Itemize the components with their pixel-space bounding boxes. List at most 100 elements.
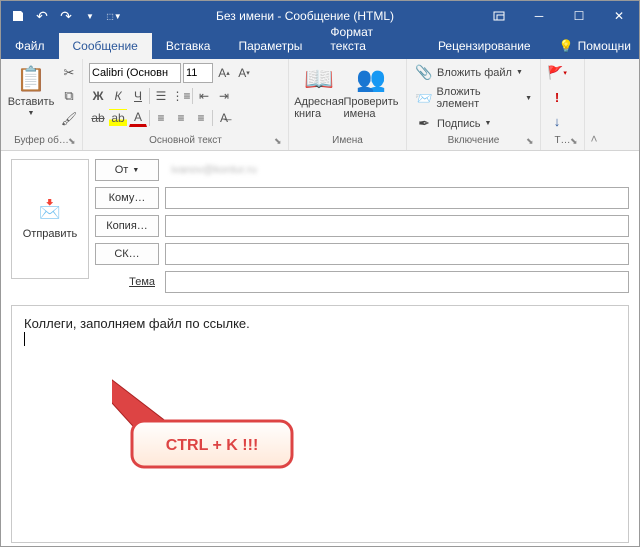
close-button[interactable]: ✕ — [599, 1, 639, 31]
quick-access-toolbar: ↶ ↷ ▼ ⬚▼ — [1, 5, 131, 27]
paperclip-icon: 📎 — [415, 64, 433, 81]
address-book-label: Адресная книга — [294, 96, 344, 120]
tab-message[interactable]: Сообщение — [59, 33, 152, 59]
undo-icon[interactable]: ↶ — [31, 5, 53, 27]
ribbon-collapse-button[interactable]: ˄ — [585, 59, 603, 150]
font-name-select[interactable] — [89, 63, 181, 83]
underline-button[interactable]: Ч — [129, 87, 147, 105]
compose-area: 📩 Отправить От ▼ ivanov@kontur.ru Кому… … — [1, 151, 639, 547]
font-group-label: Основной текст — [89, 135, 282, 148]
subject-input[interactable] — [165, 271, 629, 293]
chevron-down-icon: ▼ — [525, 95, 532, 102]
check-names-button[interactable]: 👥 Проверить имена — [347, 63, 395, 122]
group-tags: 🚩▾ ! ↓ Т… ⬊ — [541, 59, 585, 150]
paste-label: Вставить — [8, 96, 55, 108]
bold-button[interactable]: Ж — [89, 87, 107, 105]
minimize-button[interactable]: ─ — [519, 1, 559, 31]
indent-right-button[interactable]: ⇥ — [215, 87, 233, 105]
send-button[interactable]: 📩 Отправить — [11, 159, 89, 279]
group-names: 📖 Адресная книга 👥 Проверить имена Имена — [289, 59, 407, 150]
attach-item-label: Вложить элемент — [436, 86, 521, 110]
window-options-icon[interactable] — [479, 1, 519, 31]
ribbon-tabs: Файл Сообщение Вставка Параметры Формат … — [1, 31, 639, 59]
tab-format[interactable]: Формат текста — [316, 19, 424, 59]
low-importance-button[interactable]: ↓ — [547, 111, 567, 131]
cc-button[interactable]: Копия… — [95, 215, 159, 237]
cc-input[interactable] — [165, 215, 629, 237]
paste-icon: 📋 — [16, 65, 46, 94]
check-names-label: Проверить имена — [344, 96, 399, 120]
italic-button[interactable]: К — [109, 87, 127, 105]
window-title: Без имени - Сообщение (HTML) — [131, 9, 479, 23]
font-size-select[interactable] — [183, 63, 213, 83]
attach-file-label: Вложить файл — [437, 67, 512, 79]
tab-help[interactable]: 💡 Помощни — [545, 33, 639, 59]
format-painter-button[interactable]: 🖌 — [59, 109, 79, 129]
include-dialog-launcher[interactable]: ⬊ — [526, 136, 538, 148]
app-window: ↶ ↷ ▼ ⬚▼ Без имени - Сообщение (HTML) ─ … — [0, 0, 640, 547]
copy-icon: ⧉ — [64, 88, 73, 104]
tab-review[interactable]: Рецензирование — [424, 33, 545, 59]
group-include: 📎 Вложить файл ▼ 📨 Вложить элемент ▼ ✒ П… — [407, 59, 541, 150]
cut-button[interactable]: ✂ — [59, 63, 79, 83]
to-button[interactable]: Кому… — [95, 187, 159, 209]
tab-file[interactable]: Файл — [1, 33, 59, 59]
touch-mode-icon[interactable]: ⬚▼ — [103, 5, 125, 27]
send-icon: 📩 — [39, 199, 61, 220]
paste-button[interactable]: 📋 Вставить ▼ — [7, 63, 55, 119]
high-importance-button[interactable]: ! — [547, 87, 567, 107]
strike-button[interactable]: ab — [89, 109, 107, 127]
tags-dialog-launcher[interactable]: ⬊ — [570, 136, 582, 148]
signature-button[interactable]: ✒ Подпись ▼ — [413, 114, 534, 133]
help-label: Помощни — [578, 39, 631, 53]
bcc-input[interactable] — [165, 243, 629, 265]
tab-options[interactable]: Параметры — [224, 33, 316, 59]
address-book-button[interactable]: 📖 Адресная книга — [295, 63, 343, 122]
chevron-down-icon: ▼ — [516, 69, 523, 76]
from-button[interactable]: От ▼ — [95, 159, 159, 181]
highlight-button[interactable]: ab — [109, 109, 127, 127]
callout-text: CTRL + K !!! — [166, 437, 259, 454]
names-group-label: Имена — [295, 135, 400, 148]
annotation-callout: CTRL + K !!! — [112, 366, 332, 526]
group-font: A▴ A▾ Ж К Ч ☰ ⋮≡ ⇤ ⇥ ab ab A — [83, 59, 289, 150]
ribbon: 📋 Вставить ▼ ✂ ⧉ 🖌 Буфер об… ⬊ A▴ — [1, 59, 639, 151]
clear-format-button[interactable]: A̶ — [215, 109, 233, 127]
brush-icon: 🖌 — [61, 111, 78, 127]
signature-icon: ✒ — [415, 115, 433, 132]
attach-file-button[interactable]: 📎 Вложить файл ▼ — [413, 63, 534, 82]
attach-item-button[interactable]: 📨 Вложить элемент ▼ — [413, 85, 534, 111]
bulb-icon: 💡 — [559, 39, 574, 53]
bcc-button[interactable]: СК… — [95, 243, 159, 265]
chevron-down-icon: ▼ — [132, 167, 139, 174]
numbering-button[interactable]: ⋮≡ — [172, 87, 190, 105]
include-group-label: Включение — [413, 135, 534, 148]
font-dialog-launcher[interactable]: ⬊ — [274, 136, 286, 148]
to-input[interactable] — [165, 187, 629, 209]
subject-label: Тема — [95, 276, 159, 288]
grow-font-button[interactable]: A▴ — [215, 64, 233, 82]
chevron-down-icon: ▼ — [485, 120, 492, 127]
from-value: ivanov@kontur.ru — [165, 164, 629, 176]
message-body[interactable]: Коллеги, заполняем файл по ссылке. CTRL … — [11, 305, 629, 543]
bullets-button[interactable]: ☰ — [152, 87, 170, 105]
copy-button[interactable]: ⧉ — [59, 86, 79, 106]
send-label: Отправить — [23, 228, 78, 240]
clipboard-group-label: Буфер об… — [7, 135, 76, 148]
align-left-button[interactable]: ≡ — [152, 109, 170, 127]
follow-up-button[interactable]: 🚩▾ — [547, 63, 567, 83]
indent-left-button[interactable]: ⇤ — [195, 87, 213, 105]
window-controls: ─ ☐ ✕ — [479, 1, 639, 31]
maximize-button[interactable]: ☐ — [559, 1, 599, 31]
tab-insert[interactable]: Вставка — [152, 33, 225, 59]
address-book-icon: 📖 — [304, 65, 334, 94]
align-right-button[interactable]: ≡ — [192, 109, 210, 127]
save-icon[interactable] — [7, 5, 29, 27]
font-color-button[interactable]: A — [129, 109, 147, 127]
clipboard-dialog-launcher[interactable]: ⬊ — [68, 136, 80, 148]
shrink-font-button[interactable]: A▾ — [235, 64, 253, 82]
text-cursor — [24, 332, 25, 346]
redo-icon[interactable]: ↷ — [55, 5, 77, 27]
align-center-button[interactable]: ≡ — [172, 109, 190, 127]
qat-dropdown-icon[interactable]: ▼ — [79, 5, 101, 27]
